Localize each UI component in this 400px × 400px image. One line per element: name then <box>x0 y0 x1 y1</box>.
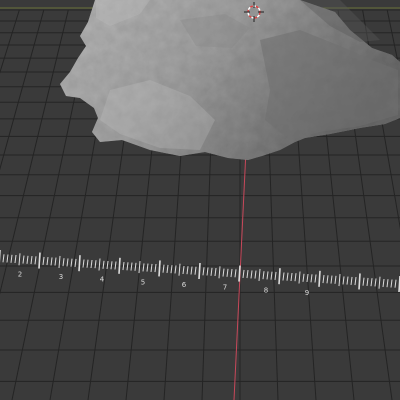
ruler-label: 4 <box>100 276 105 284</box>
ruler-label: 2 <box>18 270 22 278</box>
ruler-tick <box>118 257 121 274</box>
ruler-tick <box>158 260 161 277</box>
ruler-tick <box>198 262 201 280</box>
ruler-label: 3 <box>59 273 63 281</box>
ruler-label: 5 <box>141 278 145 286</box>
ruler-label: 8 <box>264 286 268 294</box>
ruler-label: 9 <box>305 289 309 297</box>
ruler-label: 6 <box>182 281 187 289</box>
ruler-tick <box>38 252 41 269</box>
ruler-tick <box>278 268 281 285</box>
ruler-tick <box>358 273 361 290</box>
ruler-tick <box>78 255 81 272</box>
3d-viewport[interactable]: 2 3 4 5 6 7 8 9 <box>0 0 400 400</box>
ruler-tick <box>318 270 321 287</box>
viewport-canvas[interactable]: 2 3 4 5 6 7 8 9 <box>0 0 400 400</box>
ruler-tick <box>238 265 241 282</box>
ruler-label: 7 <box>223 284 227 292</box>
